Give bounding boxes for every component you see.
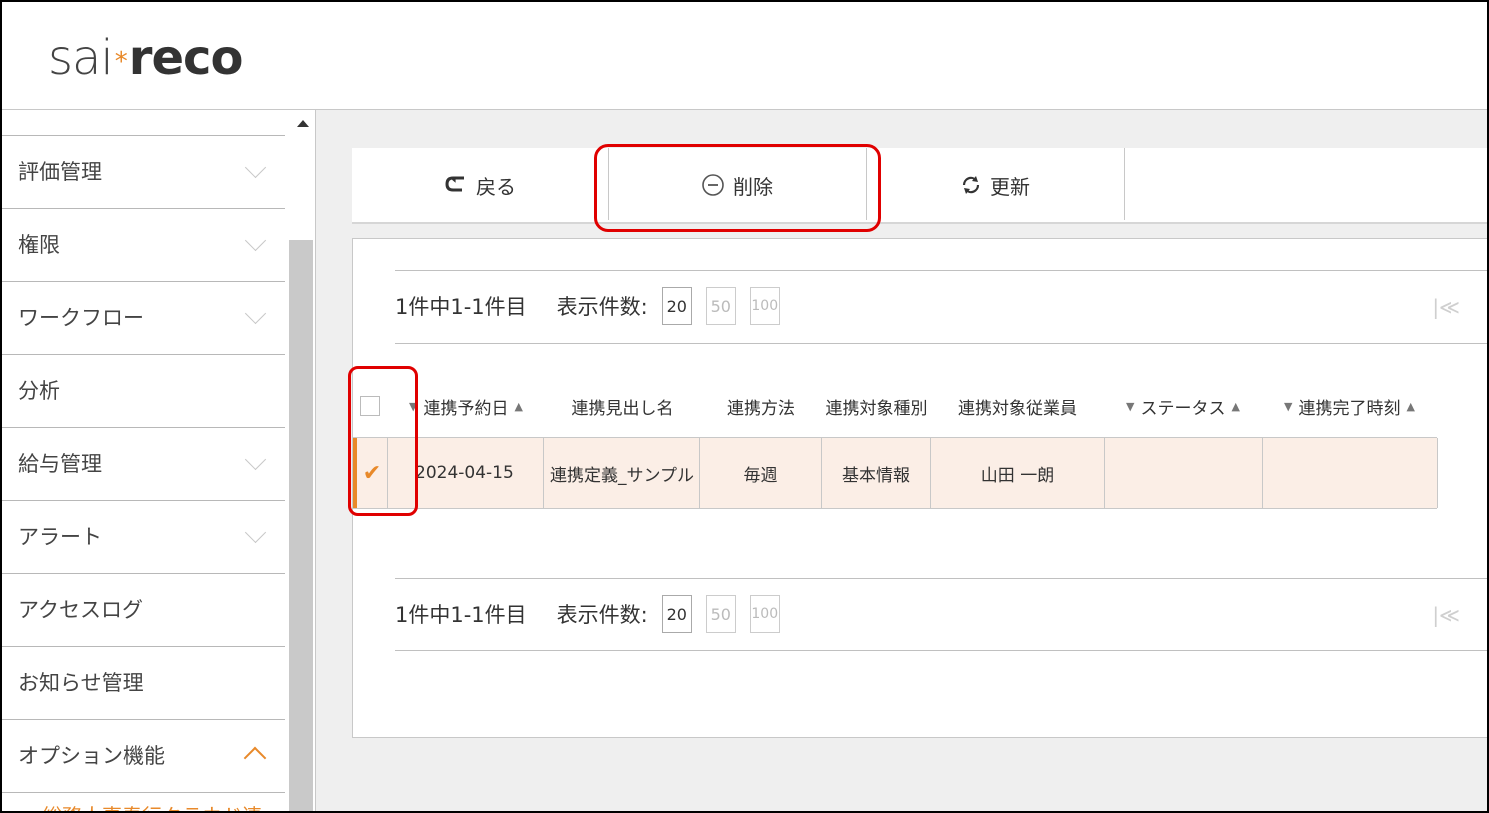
divider (395, 343, 1487, 344)
main-content: 戻る 削除 更新 1件中1-1件目 表示件数: 20 50 100 |≪ ▼ 連… (316, 110, 1487, 811)
highlight-box-delete (594, 144, 881, 232)
column-header-method[interactable]: 連携方法 (700, 375, 822, 437)
refresh-label: 更新 (990, 174, 1030, 199)
logo-star-icon: * (114, 47, 128, 77)
first-page-icon[interactable]: |≪ (1432, 295, 1460, 319)
logo-text-1: sai (48, 30, 114, 86)
toolbar: 戻る 削除 更新 (352, 148, 1487, 224)
sidebar-item-label: 権限 (18, 233, 60, 257)
highlight-box-checkbox (348, 366, 418, 516)
per-page-20-button[interactable]: 20 (661, 595, 692, 633)
toolbar-divider (1124, 148, 1125, 220)
table-row[interactable]: ✔ 2024-04-15 連携定義_サンプル 毎週 基本情報 山田 一朗 (353, 437, 1438, 509)
divider (395, 578, 1487, 579)
sidebar-item-payroll[interactable]: 給与管理 (2, 427, 285, 500)
cell-target-type: 基本情報 (822, 438, 931, 508)
column-header-label: 連携完了時刻 (1298, 398, 1401, 419)
chevron-up-icon (243, 746, 267, 770)
pager-bottom: 1件中1-1件目 表示件数: 20 50 100 (395, 595, 780, 633)
results-panel: 1件中1-1件目 表示件数: 20 50 100 |≪ ▼ 連携予約日 ▲ 連携… (352, 238, 1487, 738)
per-page-50-button[interactable]: 50 (705, 595, 736, 633)
divider (395, 270, 1487, 271)
sidebar-item-label: アラート (18, 525, 102, 549)
return-arrow-icon (445, 176, 464, 192)
column-header-label: 連携見出し名 (571, 398, 674, 419)
column-header-label: ステータス (1140, 398, 1226, 419)
divider (395, 650, 1487, 651)
sidebar-item-permissions[interactable]: 権限 (2, 208, 285, 281)
sidebar-item-label: 分析 (18, 379, 60, 403)
sidebar-item-label: オプション機能 (18, 744, 165, 768)
column-header-title[interactable]: 連携見出し名 (545, 375, 700, 437)
sort-desc-icon[interactable]: ▼ (1126, 400, 1134, 413)
sort-asc-icon[interactable]: ▲ (515, 400, 523, 413)
cell-method: 毎週 (700, 438, 822, 508)
sort-asc-icon[interactable]: ▲ (1232, 400, 1240, 413)
logo-text-2: reco (128, 30, 244, 86)
per-page-20-button[interactable]: 20 (661, 287, 692, 325)
sidebar-item-evaluation[interactable]: 評価管理 (2, 135, 285, 208)
pager-top: 1件中1-1件目 表示件数: 20 50 100 (395, 287, 780, 325)
column-header-employee[interactable]: 連携対象従業員 (931, 375, 1104, 437)
back-button[interactable]: 戻る (352, 148, 608, 222)
per-page-100-button[interactable]: 100 (749, 595, 780, 633)
column-header-status[interactable]: ▼ ステータス ▲ (1104, 375, 1262, 437)
sidebar-item-notices[interactable]: お知らせ管理 (2, 646, 285, 719)
per-page-100-button[interactable]: 100 (749, 287, 780, 325)
scroll-up-arrow-icon[interactable] (297, 120, 309, 127)
cell-status (1105, 438, 1263, 508)
sidebar-item-analysis[interactable]: 分析 (2, 354, 285, 427)
column-header-label: 連携方法 (727, 398, 795, 419)
chevron-down-icon (244, 521, 267, 544)
first-page-icon[interactable]: |≪ (1432, 603, 1460, 627)
per-page-label: 表示件数: (556, 295, 648, 319)
column-header-label: 連携対象種別 (825, 398, 928, 419)
sidebar-item-label: お知らせ管理 (18, 671, 144, 695)
scrollbar-thumb[interactable] (289, 240, 313, 811)
chevron-down-icon (244, 448, 267, 471)
sidebar-item-label: 給与管理 (18, 452, 102, 476)
header: sai*reco (2, 2, 1487, 110)
app-window: sai*reco 評価管理 権限 ワークフロー 分析 給与管理 アラート アクセ… (0, 0, 1489, 813)
sidebar-item-options[interactable]: オプション機能 (2, 719, 285, 792)
logo[interactable]: sai*reco (48, 30, 244, 86)
refresh-button[interactable]: 更新 (867, 148, 1123, 222)
sidebar: 評価管理 権限 ワークフロー 分析 給与管理 アラート アクセスログ お知らせ管… (2, 110, 316, 811)
sidebar-item-label: ワークフロー (18, 306, 144, 330)
back-label: 戻る (476, 174, 516, 199)
sidebar-item-access-log[interactable]: アクセスログ (2, 573, 285, 646)
result-count: 1件中1-1件目 (395, 603, 527, 627)
column-header-label: 連携予約日 (423, 398, 509, 419)
cell-completed (1263, 438, 1438, 508)
cell-employee: 山田 一朗 (931, 438, 1105, 508)
sort-asc-icon[interactable]: ▲ (1407, 400, 1415, 413)
column-header-target-type[interactable]: 連携対象種別 (822, 375, 931, 437)
sidebar-item-label: 評価管理 (18, 160, 102, 184)
sidebar-subitem-bugyo[interactable]: 総務人事奉行クラウド連 (42, 800, 262, 811)
refresh-icon (962, 176, 980, 194)
per-page-label: 表示件数: (556, 603, 648, 627)
chevron-down-icon (244, 229, 267, 252)
sort-desc-icon[interactable]: ▼ (1284, 400, 1292, 413)
sidebar-scrollbar[interactable] (289, 110, 313, 811)
chevron-down-icon (244, 302, 267, 325)
sidebar-item-alerts[interactable]: アラート (2, 500, 285, 573)
per-page-50-button[interactable]: 50 (705, 287, 736, 325)
column-header-completed[interactable]: ▼ 連携完了時刻 ▲ (1262, 375, 1437, 437)
result-count: 1件中1-1件目 (395, 295, 527, 319)
cell-title: 連携定義_サンプル (545, 438, 700, 508)
sidebar-item-label: アクセスログ (18, 598, 143, 622)
sidebar-item-workflow[interactable]: ワークフロー (2, 281, 285, 354)
chevron-down-icon (244, 156, 267, 179)
column-header-label: 連携対象従業員 (958, 398, 1077, 419)
